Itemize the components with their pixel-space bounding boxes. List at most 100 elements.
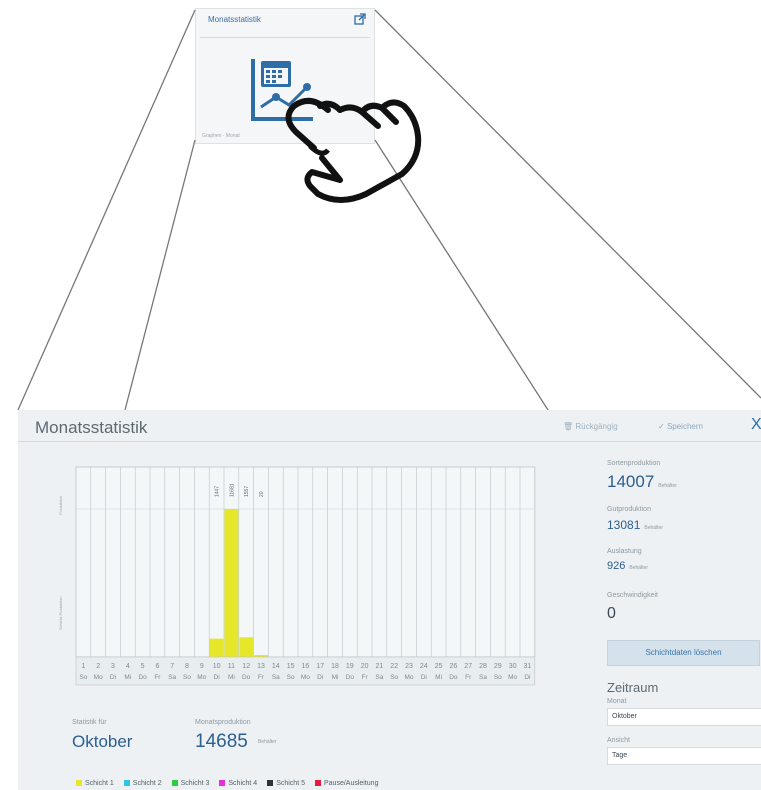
legend-item: Schicht 2 <box>123 780 162 787</box>
weekday-label: So <box>79 674 87 681</box>
day-number-label: 9 <box>200 663 204 670</box>
day-number-label: 2 <box>96 663 100 670</box>
speed-value: 0 <box>607 605 616 622</box>
production-chart: 1447 11681 1557 20 1 So 2 Mo 3 Di 4 Mi 5 Do 6 Fr 7 Sa 8 So 9… <box>75 466 536 686</box>
legend-item: Schicht 4 <box>219 780 257 787</box>
bar <box>224 509 239 657</box>
day-number-label: 6 <box>155 663 159 670</box>
ausl-number: 926 <box>607 560 626 572</box>
day-number-label: 25 <box>435 663 443 670</box>
weekday-label: Do <box>242 674 251 681</box>
weekday-label: Do <box>138 674 147 681</box>
month-select[interactable]: Oktober <box>607 708 761 726</box>
weekday-label: Mi <box>435 674 442 681</box>
sorten-number: 14007 <box>607 472 655 491</box>
weekday-label: Fr <box>465 674 472 681</box>
tap-hand-icon <box>285 97 422 203</box>
day-number-label: 3 <box>111 663 115 670</box>
legend-swatch <box>219 780 226 787</box>
weekday-label: Sa <box>479 674 487 681</box>
weekday-label: So <box>183 674 191 681</box>
weekday-label: Di <box>524 674 530 681</box>
gut-number: 13081 <box>607 518 641 532</box>
legend-swatch <box>76 780 82 787</box>
legend: Schicht 1 Schicht 2 Schicht 3 Schicht 4 Schi… <box>76 780 388 787</box>
bar-value-label: 20 <box>259 491 265 497</box>
undo-label: Rückgängig <box>575 422 618 431</box>
weekday-label: So <box>287 674 295 681</box>
legend-label: Schicht 3 <box>180 780 210 787</box>
monat-label: Monat <box>607 698 627 705</box>
day-number-label: 26 <box>450 663 458 670</box>
day-number-label: 1 <box>81 663 85 670</box>
day-number-label: 5 <box>141 663 145 670</box>
day-number-label: 29 <box>494 663 502 670</box>
weekday-label: Di <box>421 674 427 681</box>
legend-swatch <box>123 780 130 787</box>
legend-item: Schicht 5 <box>267 780 305 787</box>
legend-label: Pause/Ausleitung <box>323 780 379 787</box>
day-number-label: 13 <box>257 663 265 670</box>
legend-label: Schicht 2 <box>132 780 162 787</box>
weekday-label: Mi <box>332 674 339 681</box>
day-number-label: 17 <box>316 663 324 670</box>
legend-label: Schicht 1 <box>85 780 114 787</box>
day-number-label: 10 <box>213 663 221 670</box>
weekday-label: Fr <box>258 674 265 681</box>
view-select[interactable]: Tage <box>607 747 761 765</box>
weekday-label: Mo <box>94 674 103 681</box>
gut-unit: Behälter <box>644 525 663 531</box>
weekday-label: Fr <box>362 674 369 681</box>
weekday-label: Sa <box>375 674 383 681</box>
day-number-label: 18 <box>331 663 339 670</box>
chart-area: Produktion Schicht-Produktion 1447 11681 1… <box>58 455 598 715</box>
open-external-icon[interactable] <box>354 13 366 25</box>
day-number-label: 8 <box>185 663 189 670</box>
tile-footer: Graphen · Monat <box>202 133 240 139</box>
ausl-label: Auslastung <box>607 548 642 555</box>
day-number-label: 31 <box>524 663 532 670</box>
weekday-label: Sa <box>272 674 280 681</box>
save-button[interactable]: ✓ Speichern <box>658 422 703 431</box>
day-number-label: 20 <box>361 663 369 670</box>
undo-button[interactable]: 🗑 Rückgängig <box>563 422 618 431</box>
monthly-production-label: Monatsproduktion <box>195 719 251 726</box>
bar-value-label: 1557 <box>244 486 250 497</box>
weekday-label: Mo <box>301 674 310 681</box>
day-number-label: 11 <box>228 663 235 670</box>
side-panel: Sortenproduktion 14007 Behälter Gutproduk… <box>601 450 761 790</box>
bar-value-label: 11681 <box>229 483 235 497</box>
tile-divider <box>200 37 370 38</box>
legend-swatch <box>267 780 274 787</box>
legend-item: Pause/Ausleitung <box>314 780 379 787</box>
clear-shift-data-button[interactable]: Schichtdaten löschen <box>607 640 760 666</box>
legend-label: Schicht 5 <box>276 780 305 787</box>
sorten-label: Sortenproduktion <box>607 460 661 467</box>
close-button[interactable]: X <box>751 416 761 434</box>
weekday-label: Di <box>317 674 323 681</box>
day-number-label: 16 <box>302 663 310 670</box>
weekday-label: Mo <box>404 674 413 681</box>
day-number-label: 22 <box>390 663 398 670</box>
day-number-label: 14 <box>272 663 280 670</box>
day-number-label: 7 <box>170 663 174 670</box>
legend-item: Schicht 1 <box>76 780 114 787</box>
day-number-label: 21 <box>376 663 384 670</box>
sorten-unit: Behälter <box>658 483 677 489</box>
bar <box>209 638 224 657</box>
legend-label: Schicht 4 <box>228 780 258 787</box>
gut-label: Gutproduktion <box>607 506 651 513</box>
page-title: Monatsstatistik <box>35 418 148 437</box>
zeitraum-heading: Zeitraum <box>607 680 659 695</box>
plot-background <box>75 466 536 658</box>
legend-swatch <box>171 780 178 787</box>
tile-title: Monatsstatistik <box>208 15 261 24</box>
weekday-label: Mo <box>508 674 517 681</box>
gut-value: 13081 Behälter <box>607 518 663 532</box>
save-label: Speichern <box>666 422 703 431</box>
title-divider <box>18 441 761 442</box>
weekday-label: Di <box>214 674 220 681</box>
bar <box>239 637 254 657</box>
weekday-label: Mo <box>197 674 206 681</box>
day-number-label: 28 <box>479 663 487 670</box>
